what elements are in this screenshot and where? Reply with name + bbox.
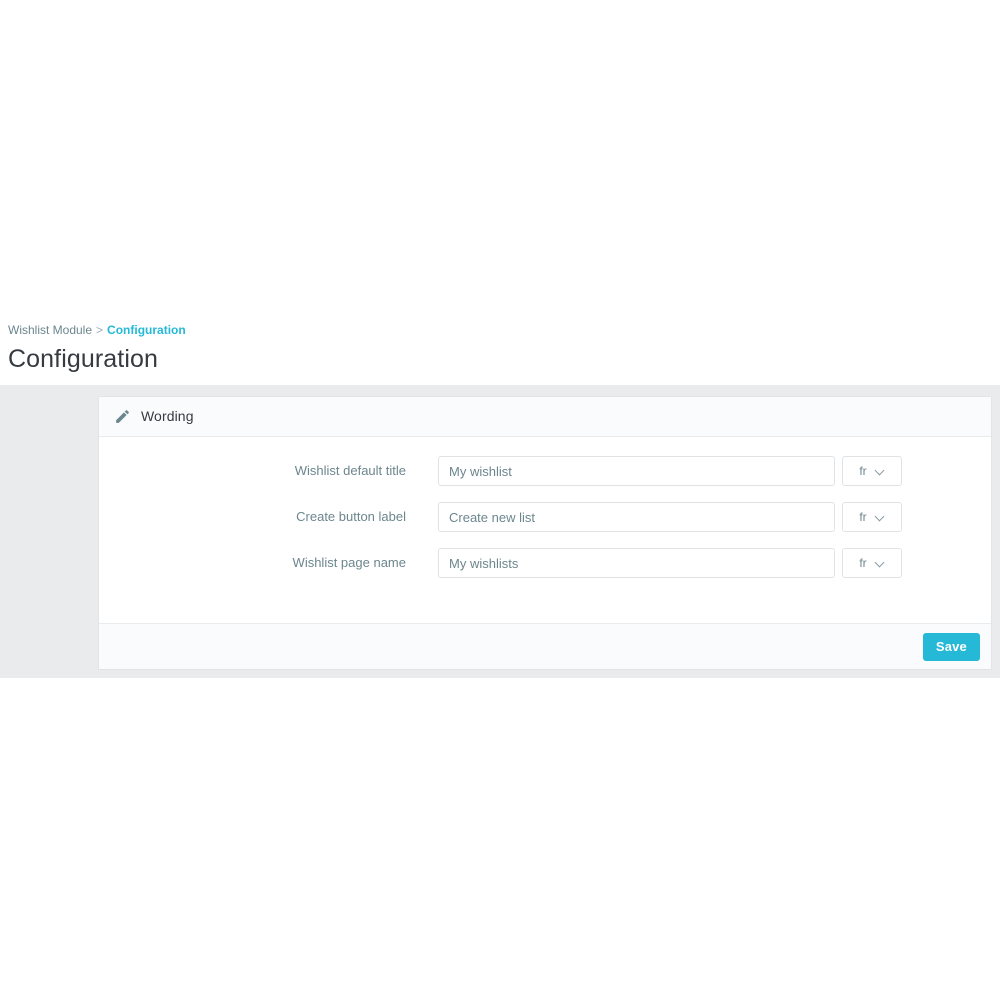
panel-footer: Save (99, 623, 991, 669)
field-label-wishlist-default-title: Wishlist default title (294, 463, 406, 478)
configuration-page: Wishlist Module > Configuration Configurat… (0, 0, 1000, 1000)
language-code: fr (859, 510, 867, 524)
pencil-icon (114, 408, 131, 425)
form-row: Wishlist default title fr (99, 456, 991, 502)
field-label-wishlist-page-name: Wishlist page name (292, 555, 406, 570)
form-row: Wishlist page name fr (99, 548, 991, 594)
page-title: Configuration (8, 345, 159, 373)
breadcrumb: Wishlist Module > Configuration (8, 323, 186, 338)
field-control-group: fr (438, 456, 902, 486)
language-select-wishlist-page-name[interactable]: fr (842, 548, 902, 578)
language-select-wishlist-default-title[interactable]: fr (842, 456, 902, 486)
page-footer-zone (0, 678, 1000, 1000)
language-code: fr (859, 556, 867, 570)
breadcrumb-item-root: Wishlist Module (8, 323, 93, 337)
breadcrumb-separator: > (96, 323, 104, 337)
breadcrumb-item-configuration[interactable]: Configuration (107, 323, 186, 337)
chevron-down-icon (876, 513, 885, 522)
create-button-label-input[interactable] (438, 502, 835, 532)
field-control-group: fr (438, 502, 902, 532)
form-row: Create button label fr (99, 502, 991, 548)
chevron-down-icon (876, 559, 885, 568)
wishlist-page-name-input[interactable] (438, 548, 835, 578)
chevron-down-icon (876, 467, 885, 476)
language-code: fr (859, 464, 867, 478)
wording-panel: Wording Wishlist default title fr Create… (98, 396, 992, 669)
field-control-group: fr (438, 548, 902, 578)
panel-header: Wording (99, 397, 991, 437)
panel-body: Wishlist default title fr Create button … (99, 437, 991, 623)
field-label-create-button-label: Create button label (296, 509, 406, 524)
wishlist-default-title-input[interactable] (438, 456, 835, 486)
language-select-create-button-label[interactable]: fr (842, 502, 902, 532)
panel-header-title: Wording (141, 408, 194, 424)
page-header-zone: Wishlist Module > Configuration Configurat… (0, 0, 1000, 385)
save-button[interactable]: Save (922, 632, 980, 661)
